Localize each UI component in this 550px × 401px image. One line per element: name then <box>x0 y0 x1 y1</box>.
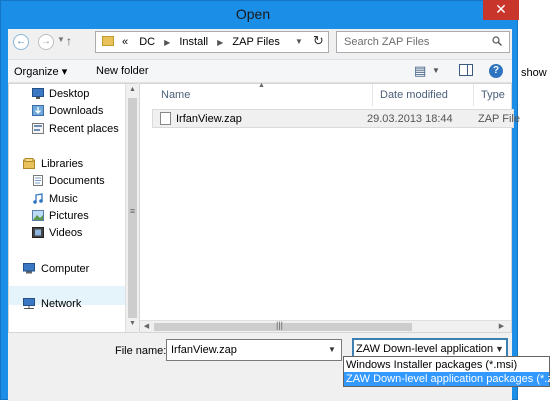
back-button[interactable]: ← <box>13 34 29 50</box>
nav-item-computer[interactable]: Computer <box>41 263 89 275</box>
file-type: ZAP File <box>478 113 520 125</box>
organize-button[interactable]: Organize ▾ <box>14 65 67 78</box>
title-bar[interactable]: Open <box>1 1 517 29</box>
file-icon <box>160 112 171 125</box>
file-name-label: File name: <box>115 345 167 357</box>
file-type-option-zap[interactable]: ZAW Down-level application packages (*.z… <box>344 372 550 386</box>
file-type-dropdown-list: Windows Installer packages (*.msi) ZAW D… <box>343 356 550 387</box>
breadcrumb-item-install[interactable]: Install <box>179 36 208 48</box>
help-icon[interactable]: ? <box>489 64 503 78</box>
file-name-input[interactable]: IrfanView.zap ▼ <box>166 339 342 361</box>
chevron-down-icon[interactable]: ▼ <box>495 344 504 354</box>
preview-pane-icon[interactable] <box>459 64 473 76</box>
file-row[interactable]: IrfanView.zap 29.03.2013 18:44 ZAP File <box>152 109 520 128</box>
breadcrumb-item-dc[interactable]: DC <box>139 36 155 48</box>
window-title: Open <box>235 6 271 22</box>
videos-icon <box>32 227 44 238</box>
recent-places-icon <box>32 123 44 134</box>
open-dialog: Open ✕ ← → ▼ ↑ « DC ▶ Install ▶ ZAP File… <box>0 0 520 401</box>
chevron-down-icon[interactable]: ▼ <box>432 66 440 75</box>
dialog-client: ← → ▼ ↑ « DC ▶ Install ▶ ZAP Files ▼ ↻ S… <box>8 29 520 401</box>
nav-item-recent-places[interactable]: Recent places <box>49 123 119 135</box>
toolbar: Organize ▾ New folder ▤ ▼ ? <box>8 59 512 83</box>
nav-item-pictures[interactable]: Pictures <box>49 210 89 222</box>
pictures-icon <box>32 210 44 221</box>
sort-ascending-icon: ▲ <box>258 82 265 89</box>
chevron-down-icon[interactable]: ▼ <box>328 345 336 354</box>
recent-locations-chevron-icon[interactable]: ▼ <box>57 35 65 44</box>
search-icon[interactable] <box>492 36 502 46</box>
column-header-name[interactable]: Name <box>161 89 190 101</box>
downloads-icon <box>32 105 44 116</box>
network-icon <box>23 298 35 309</box>
breadcrumb-item-zap-files[interactable]: ZAP Files <box>232 36 279 48</box>
new-folder-button[interactable]: New folder <box>96 65 149 77</box>
scroll-left-icon[interactable]: ◀ <box>142 322 151 330</box>
background-window-text: show in <box>521 67 550 79</box>
address-bar[interactable]: « DC ▶ Install ▶ ZAP Files ▼ ↻ <box>95 31 329 53</box>
refresh-icon[interactable]: ↻ <box>313 33 324 49</box>
scroll-down-icon[interactable]: ▼ <box>126 320 139 327</box>
nav-item-libraries[interactable]: Libraries <box>41 158 83 170</box>
file-type-selected-value: ZAW Down-level application packages (*.z… <box>356 343 495 355</box>
column-divider[interactable] <box>372 84 373 106</box>
breadcrumb: « DC ▶ Install ▶ ZAP Files <box>122 36 280 48</box>
nav-item-downloads[interactable]: Downloads <box>49 105 103 117</box>
file-list-pane: ▲ Name Date modified Type IrfanView.zap … <box>139 82 520 333</box>
navigation-pane: Desktop Downloads Recent places Librarie… <box>8 83 138 333</box>
file-list-hscrollbar[interactable]: ◀ ||| ▶ <box>140 320 511 332</box>
file-name: IrfanView.zap <box>176 113 242 125</box>
nav-item-desktop[interactable]: Desktop <box>49 88 89 100</box>
nav-scrollbar[interactable]: ▲ ≡ ▼ <box>125 84 138 332</box>
column-header-type[interactable]: Type <box>481 89 505 101</box>
view-options-icon[interactable]: ▤ <box>414 63 426 79</box>
grip-icon: ||| <box>276 320 284 330</box>
folder-icon <box>102 36 114 46</box>
nav-item-music[interactable]: Music <box>49 193 78 205</box>
file-date-modified: 29.03.2013 18:44 <box>367 113 453 125</box>
chevron-right-icon[interactable]: ▶ <box>217 38 223 47</box>
close-button[interactable]: ✕ <box>483 0 519 20</box>
scroll-right-icon[interactable]: ▶ <box>497 322 506 330</box>
file-type-option-msi[interactable]: Windows Installer packages (*.msi) <box>344 358 549 372</box>
chevron-right-icon[interactable]: ▶ <box>164 38 170 47</box>
desktop-icon <box>32 88 44 99</box>
grip-icon: ≡ <box>129 206 136 216</box>
column-divider[interactable] <box>473 84 474 106</box>
file-name-value: IrfanView.zap <box>171 344 237 356</box>
music-icon <box>33 193 43 204</box>
computer-icon <box>23 263 35 274</box>
up-button[interactable]: ↑ <box>66 34 72 48</box>
documents-icon <box>33 175 43 186</box>
forward-button[interactable]: → <box>38 34 54 50</box>
nav-item-network[interactable]: Network <box>41 298 81 310</box>
background-window <box>517 0 550 400</box>
chevron-down-icon[interactable]: ▼ <box>295 37 303 46</box>
search-input[interactable]: Search ZAP Files <box>336 31 510 53</box>
search-placeholder: Search ZAP Files <box>344 36 430 48</box>
nav-item-documents[interactable]: Documents <box>49 175 105 187</box>
breadcrumb-overflow[interactable]: « <box>122 36 128 48</box>
scroll-up-icon[interactable]: ▲ <box>126 86 139 93</box>
nav-item-videos[interactable]: Videos <box>49 227 82 239</box>
libraries-icon <box>23 158 35 169</box>
column-header-date-modified[interactable]: Date modified <box>380 89 448 101</box>
